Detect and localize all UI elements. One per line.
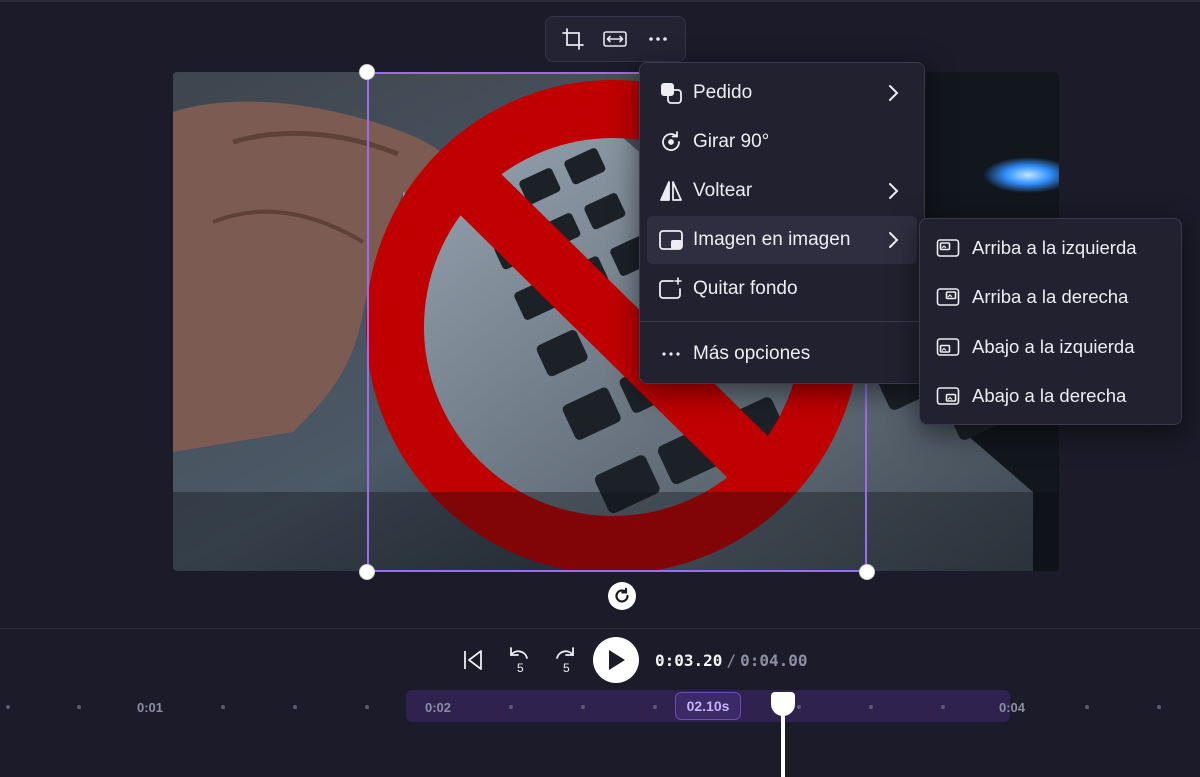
ruler-tick [1085,705,1089,709]
pip-top-right-icon [936,285,960,309]
play-icon [609,650,625,670]
playhead-handle[interactable] [771,692,795,716]
more-icon [657,340,685,368]
chevron-right-icon [883,230,903,250]
menu-item-remove-background[interactable]: Quitar fondo [647,265,917,313]
submenu-item-bottom-left[interactable]: Abajo a la izquierda [920,322,1181,372]
resize-handle-top-left[interactable] [359,64,375,80]
ruler-tick [941,705,945,709]
skip-forward-seconds: 5 [563,661,570,675]
pip-top-left-icon [936,236,960,260]
submenu-item-bottom-right[interactable]: Abajo a la derecha [920,372,1181,422]
ruler-label: 0:02 [425,700,452,715]
remove-background-icon [657,275,685,303]
more-icon [649,37,667,41]
menu-item-label: Imagen en imagen [693,229,851,250]
context-menu: Pedido Girar 90° Voltear Imagen en image… [639,62,925,384]
chevron-right-icon [883,83,903,103]
rotate-arrow-icon [615,587,629,603]
menu-item-picture-in-picture[interactable]: Imagen en imagen [647,216,917,264]
crop-button[interactable] [555,21,591,57]
skip-forward-button[interactable]: 5 [547,642,583,678]
playhead-line[interactable] [781,712,785,777]
menu-divider [640,321,924,322]
total-time: 0:04.00 [740,650,808,670]
ruler-tick [1157,705,1161,709]
submenu-item-label: Abajo a la izquierda [972,335,1135,357]
picture-in-picture-icon [657,226,685,254]
resize-handle-bottom-right[interactable] [859,564,875,580]
element-toolbar [545,16,686,62]
pip-bottom-left-icon [936,335,960,359]
submenu-item-top-left[interactable]: Arriba a la izquierda [920,223,1181,273]
playback-controls: 5 5 0:03.20 / 0:04.00 [455,637,808,683]
fit-icon [603,31,628,47]
ruler-tick [653,705,657,709]
ruler-tick [221,705,225,709]
rotate-icon [657,128,685,156]
ruler-tick [869,705,873,709]
menu-item-label: Voltear [693,180,753,201]
clip-duration-badge: 02.10s [675,692,741,720]
menu-item-label: Girar 90° [693,131,770,152]
play-button[interactable] [593,637,639,683]
ruler-tick [6,705,10,709]
picture-in-picture-submenu: Arriba a la izquierda Arriba a la derech… [919,218,1182,425]
menu-item-label: Pedido [693,82,753,103]
ruler-tick [509,705,513,709]
current-time: 0:03.20 [655,650,723,670]
forward-icon: 5 [556,647,574,675]
submenu-item-label: Abajo a la derecha [972,385,1127,407]
menu-item-order[interactable]: Pedido [647,69,917,117]
menu-item-more-options[interactable]: Más opciones [647,330,917,378]
crop-icon [562,28,585,50]
more-options-button[interactable] [640,21,676,57]
ruler-tick [581,705,585,709]
skip-back-seconds: 5 [517,661,524,675]
submenu-item-label: Arriba a la izquierda [972,236,1137,258]
flip-icon [657,177,685,205]
menu-item-label: Quitar fondo [693,278,798,299]
rewind-icon: 5 [510,647,528,675]
chevron-right-icon [883,181,903,201]
skip-to-start-button[interactable] [455,642,491,678]
skip-to-start-icon [464,650,482,670]
menu-item-rotate[interactable]: Girar 90° [647,118,917,166]
skip-back-button[interactable]: 5 [501,642,537,678]
ruler-tick [797,705,801,709]
time-separator: / [726,650,737,670]
top-border [0,0,1200,2]
submenu-item-label: Arriba a la derecha [972,286,1129,308]
rotate-handle[interactable] [608,582,636,610]
ruler-tick [77,705,81,709]
ruler-label: 0:01 [137,700,164,715]
fit-button[interactable] [597,21,633,57]
menu-item-label: Más opciones [693,343,811,364]
menu-item-flip[interactable]: Voltear [647,167,917,215]
resize-handle-bottom-left[interactable] [359,564,375,580]
ruler-tick [365,705,369,709]
order-icon [657,79,685,107]
timeline-ruler[interactable]: 0:01 0:02 0:04 02.10s [0,690,1200,724]
ruler-label: 0:04 [999,700,1026,715]
ruler-tick [293,705,297,709]
pip-bottom-right-icon [936,384,960,408]
submenu-item-top-right[interactable]: Arriba a la derecha [920,273,1181,323]
